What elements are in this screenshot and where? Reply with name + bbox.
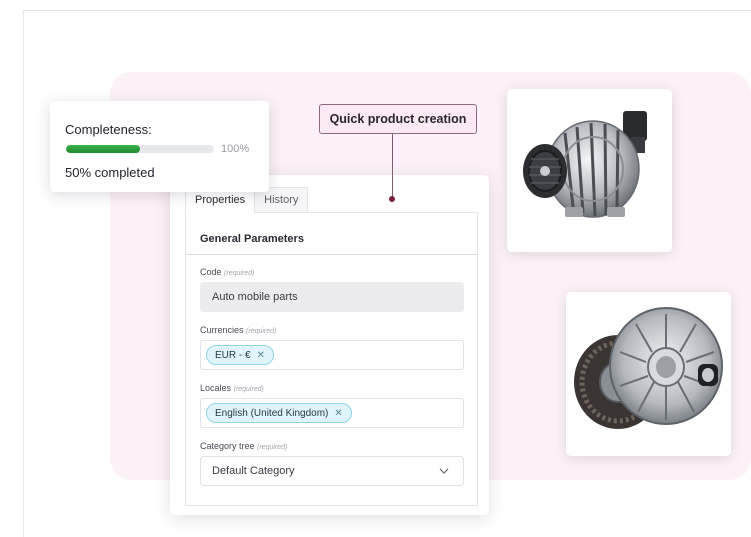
close-icon[interactable]: ✕ — [334, 408, 342, 419]
properties-panel: General Parameters Code (required) Auto … — [185, 212, 478, 506]
callout-pointer-dot — [389, 196, 395, 202]
code-label-text: Code — [200, 267, 222, 277]
currency-chip-label: EUR - € — [215, 349, 251, 361]
locales-label: Locales (required) — [200, 383, 264, 393]
locales-field[interactable]: English (United Kingdom) ✕ — [200, 398, 464, 428]
locales-label-text: Locales — [200, 383, 232, 393]
currencies-field[interactable]: EUR - € ✕ — [200, 340, 464, 370]
clutch-kit-image — [566, 292, 731, 456]
currency-chip[interactable]: EUR - € ✕ — [206, 345, 274, 365]
section-title: General Parameters — [200, 233, 304, 245]
category-tree-label-text: Category tree — [200, 441, 255, 451]
code-field[interactable]: Auto mobile parts — [200, 282, 464, 312]
category-tree-value: Default Category — [212, 465, 295, 477]
code-value: Auto mobile parts — [212, 291, 298, 303]
code-label: Code (required) — [200, 267, 254, 277]
completeness-status: 50% completed — [65, 165, 155, 180]
locale-chip-label: English (United Kingdom) — [215, 407, 329, 419]
completeness-card: Completeness: 100% 50% completed — [50, 101, 269, 192]
section-divider — [186, 254, 477, 255]
currencies-required-hint: (required) — [246, 328, 277, 335]
locale-chip[interactable]: English (United Kingdom) ✕ — [206, 403, 352, 423]
frame-border-left — [23, 10, 24, 537]
currencies-label-text: Currencies — [200, 325, 244, 335]
callout-connector — [392, 134, 393, 198]
close-icon[interactable]: ✕ — [257, 350, 265, 361]
category-tree-required-hint: (required) — [257, 444, 288, 451]
quick-product-creation-callout: Quick product creation — [319, 104, 477, 134]
completeness-progress-fill — [66, 145, 140, 153]
locales-required-hint: (required) — [233, 386, 264, 393]
category-tree-label: Category tree (required) — [200, 441, 287, 451]
code-required-hint: (required) — [224, 270, 255, 277]
category-tree-select[interactable]: Default Category — [200, 456, 464, 486]
product-form-card: Properties History General Parameters Co… — [170, 175, 489, 515]
currencies-label: Currencies (required) — [200, 325, 276, 335]
chevron-down-icon[interactable] — [439, 466, 449, 476]
progress-max-label: 100% — [221, 143, 250, 155]
frame-border-top — [23, 10, 751, 11]
completeness-title: Completeness: — [65, 122, 152, 137]
completeness-progress-bar — [66, 145, 214, 153]
alternator-image — [507, 89, 672, 252]
